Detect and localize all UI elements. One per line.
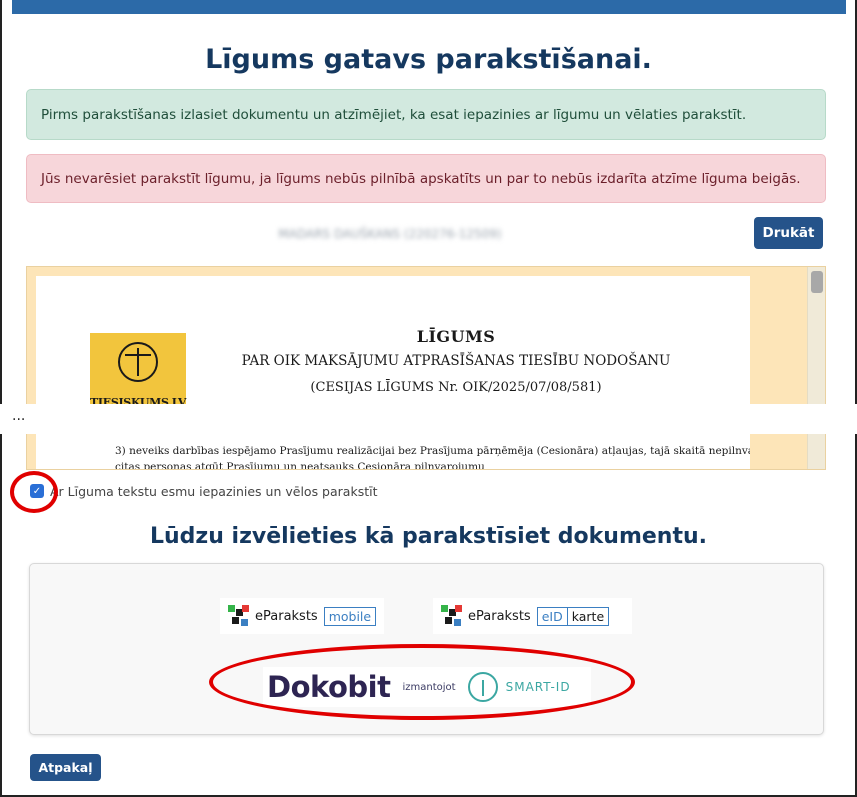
- eparaksts-logo-icon: [441, 605, 463, 627]
- annotation-ellipse: [209, 644, 635, 720]
- document-text-line: citas personas atgūt Prasījumu un neatsa…: [115, 461, 485, 470]
- page-title: Līgums gatavs parakstīšanai.: [205, 44, 652, 75]
- warning-alert-text: Jūs nevarēsiet parakstīt līgumu, ja līgu…: [41, 170, 801, 187]
- top-bar: [12, 0, 846, 14]
- document-page-bottom: 3) neveiks darbības iespējamo Prasījumu …: [36, 434, 750, 470]
- eparaksts-name: eParaksts: [255, 608, 318, 624]
- agree-checkbox-label[interactable]: Ar Līguma tekstu esmu iepazinies un vēlo…: [50, 484, 377, 499]
- document-viewer-bottom[interactable]: 3) neveiks darbības iespējamo Prasījumu …: [26, 434, 826, 470]
- document-heading: LĪGUMS: [416, 327, 496, 346]
- back-button[interactable]: Atpakaļ: [30, 754, 101, 781]
- eparaksts-eid-tag: eID: [536, 606, 568, 626]
- document-scrollbar-bottom[interactable]: [807, 434, 825, 469]
- eparaksts-eid-button[interactable]: eParaksts eID karte: [433, 598, 632, 634]
- cut-ellipsis: ...: [12, 408, 26, 424]
- eparaksts-mobile-tag: mobile: [323, 606, 377, 626]
- eparaksts-logo-icon: [228, 605, 250, 627]
- signing-method-title: Lūdzu izvēlieties kā parakstīsiet dokume…: [149, 524, 708, 549]
- eparaksts-mobile-button[interactable]: eParaksts mobile: [220, 598, 384, 634]
- screenshot-cut: [0, 404, 857, 434]
- scrollbar-thumb[interactable]: [811, 271, 823, 293]
- info-alert: Pirms parakstīšanas izlasiet dokumentu u…: [26, 89, 826, 140]
- document-subheading: PAR OIK MAKSĀJUMU ATPRASĪŠANAS TIESĪBU N…: [241, 353, 671, 369]
- document-text-line: 3) neveiks darbības iespējamo Prasījumu …: [115, 445, 750, 457]
- annotation-circle: [10, 471, 58, 513]
- signer-name-redacted: MADARS DAUŠKANS (220276-12509): [278, 227, 502, 241]
- contract-reference: (CESIJAS LĪGUMS Nr. OIK/2025/07/08/581): [310, 380, 602, 395]
- scales-of-justice-icon: [118, 342, 158, 382]
- eparaksts-name: eParaksts: [468, 608, 531, 624]
- eparaksts-karte-tag: karte: [567, 606, 610, 626]
- warning-alert: Jūs nevarēsiet parakstīt līgumu, ja līgu…: [26, 154, 826, 203]
- print-button[interactable]: Drukāt: [754, 217, 823, 249]
- info-alert-text: Pirms parakstīšanas izlasiet dokumentu u…: [41, 106, 747, 123]
